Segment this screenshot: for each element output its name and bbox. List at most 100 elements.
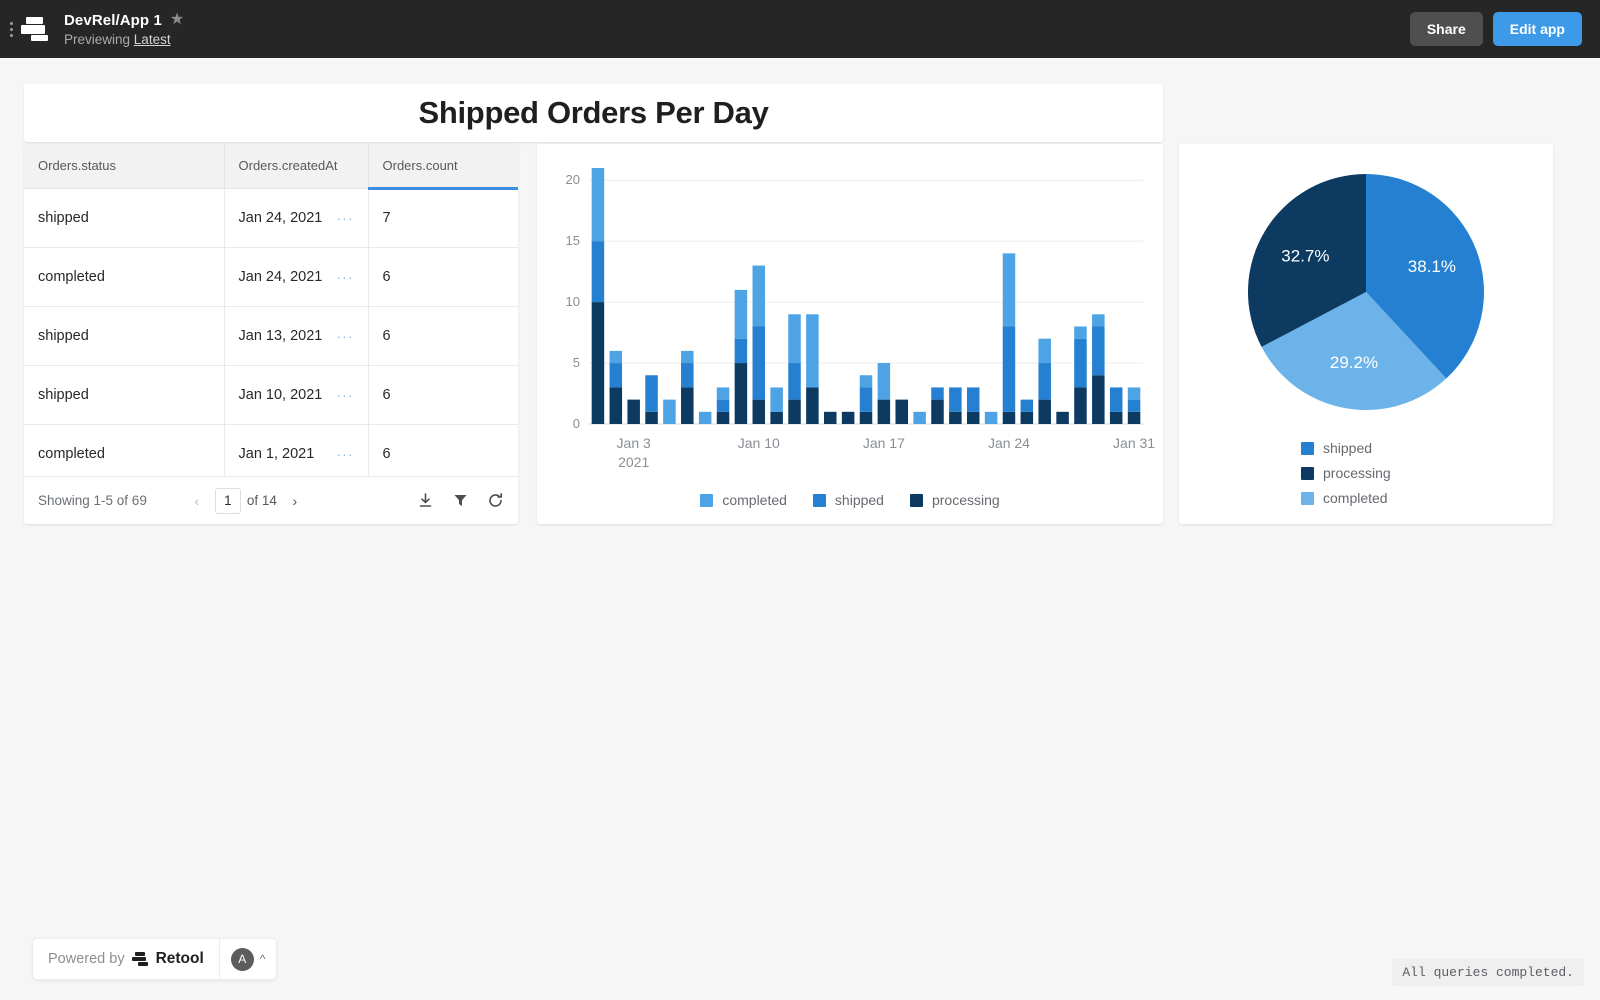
svg-text:Jan 31: Jan 31 — [1113, 435, 1155, 451]
svg-text:Jan 17: Jan 17 — [863, 435, 905, 451]
share-button[interactable]: Share — [1409, 12, 1483, 46]
cell-overflow-icon[interactable]: ··· — [337, 210, 354, 226]
page-title: Shipped Orders Per Day — [418, 95, 769, 130]
powered-by-label[interactable]: Powered by Retool — [33, 950, 219, 968]
retool-logo-icon[interactable] — [10, 15, 50, 43]
chevron-right-icon[interactable]: › — [283, 489, 307, 513]
svg-text:20: 20 — [566, 172, 580, 187]
preview-status: Previewing Latest — [64, 32, 184, 47]
page-number-input[interactable]: 1 — [214, 487, 241, 514]
drag-handle-icon[interactable] — [10, 21, 13, 37]
legend-item-completed[interactable]: completed — [1301, 490, 1431, 506]
edit-app-button[interactable]: Edit app — [1492, 12, 1582, 46]
legend-label: completed — [1323, 490, 1388, 506]
legend-label: shipped — [1323, 440, 1373, 456]
cell-createdat: Jan 24, 2021 ··· — [224, 247, 369, 307]
table-row[interactable]: completed Jan 1, 2021 ··· 6 — [24, 424, 518, 484]
legend-item-completed[interactable]: completed — [700, 492, 787, 508]
svg-text:29.2%: 29.2% — [1330, 352, 1378, 371]
cell-createdat-value: Jan 13, 2021 — [238, 327, 323, 344]
table-row[interactable]: shipped Jan 13, 2021 ··· 6 — [24, 306, 518, 366]
chevron-left-icon[interactable]: ‹ — [185, 489, 209, 513]
svg-text:32.7%: 32.7% — [1281, 246, 1329, 265]
legend-label: completed — [722, 492, 787, 508]
cell-count: 6 — [368, 247, 518, 307]
svg-text:5: 5 — [573, 355, 580, 370]
topbar-actions: Share Edit app — [1409, 12, 1582, 46]
legend-swatch-shipped — [812, 493, 826, 507]
cell-createdat-value: Jan 1, 2021 — [238, 445, 315, 462]
column-header-orders-count[interactable]: Orders.count — [368, 144, 518, 190]
legend-swatch-processing — [1301, 466, 1314, 480]
pie-chart-legend: shipped processing completed — [1179, 440, 1553, 506]
svg-text:10: 10 — [566, 294, 580, 309]
bar-chart-card: 0 5 10 15 20 Jan 3 2021 Jan 10 Jan 17 Jan 24 Jan 3… — [537, 144, 1163, 524]
svg-text:15: 15 — [566, 233, 580, 248]
cell-count: 7 — [368, 188, 518, 248]
cell-createdat-value: Jan 10, 2021 — [238, 386, 323, 403]
queries-status-toast: All queries completed. — [1392, 959, 1584, 986]
cell-overflow-icon[interactable]: ··· — [337, 446, 354, 462]
app-title-block: DevRel/App 1 ★ Previewing Latest — [64, 12, 184, 47]
cell-count: 6 — [368, 365, 518, 425]
pagination: ‹ 1 of 14 › — [185, 487, 307, 514]
orders-table: Orders.status Orders.createdAt Orders.co… — [24, 144, 518, 524]
legend-label: shipped — [834, 492, 884, 508]
powered-by-text: Powered by — [48, 951, 125, 967]
cell-status: shipped — [24, 365, 225, 425]
legend-item-processing[interactable]: processing — [909, 492, 1000, 508]
legend-item-shipped[interactable]: shipped — [1301, 440, 1431, 456]
download-icon[interactable] — [417, 492, 434, 509]
retool-brand-icon — [131, 951, 149, 967]
retool-mark-icon — [20, 15, 50, 43]
cell-createdat-value: Jan 24, 2021 — [238, 268, 323, 285]
cell-createdat: Jan 24, 2021 ··· — [224, 188, 369, 248]
pie-chart-plot[interactable]: 38.1% 29.2% 32.7% — [1241, 167, 1491, 417]
total-pages-label: of 14 — [246, 493, 277, 508]
legend-swatch-completed — [700, 493, 714, 507]
bar-chart-plot[interactable]: 0 5 10 15 20 Jan 3 2021 Jan 10 Jan 17 Jan 24 Jan 3… — [537, 144, 1163, 524]
cell-status: completed — [24, 247, 225, 307]
cell-status: shipped — [24, 188, 225, 248]
app-canvas: Shipped Orders Per Day Orders.status Ord… — [0, 58, 1600, 1000]
previewing-label: Previewing — [64, 31, 131, 47]
pie-chart-card: 38.1% 29.2% 32.7% shipped processing complet… — [1179, 144, 1553, 524]
cell-status: completed — [24, 424, 225, 484]
column-header-orders-createdat[interactable]: Orders.createdAt — [224, 144, 369, 189]
legend-label: processing — [931, 492, 1000, 508]
star-icon[interactable]: ★ — [170, 12, 184, 28]
table-row[interactable]: shipped Jan 24, 2021 ··· 7 — [24, 188, 518, 248]
svg-text:Jan 24: Jan 24 — [988, 435, 1030, 451]
cell-overflow-icon[interactable]: ··· — [337, 328, 354, 344]
previewing-version-link[interactable]: Latest — [134, 32, 171, 47]
cell-overflow-icon[interactable]: ··· — [337, 269, 354, 285]
filter-icon[interactable] — [453, 493, 468, 508]
cell-count: 6 — [368, 306, 518, 366]
column-header-orders-status[interactable]: Orders.status — [24, 144, 225, 189]
legend-swatch-completed — [1301, 491, 1314, 505]
showing-range-label: Showing 1-5 of 69 — [38, 493, 147, 508]
page-title-card: Shipped Orders Per Day — [24, 84, 1163, 142]
avatar[interactable]: A — [230, 947, 254, 971]
orders-table-grid: Orders.status Orders.createdAt Orders.co… — [24, 144, 518, 484]
table-row[interactable]: shipped Jan 10, 2021 ··· 6 — [24, 365, 518, 425]
legend-item-shipped[interactable]: shipped — [812, 492, 884, 508]
legend-swatch-processing — [909, 493, 923, 507]
app-topbar: DevRel/App 1 ★ Previewing Latest Share E… — [0, 0, 1600, 58]
refresh-icon[interactable] — [487, 492, 504, 509]
svg-text:Jan 10: Jan 10 — [738, 435, 780, 451]
table-row[interactable]: completed Jan 24, 2021 ··· 6 — [24, 247, 518, 307]
bar-chart-legend: completed shipped processing — [537, 492, 1163, 508]
cell-overflow-icon[interactable]: ··· — [337, 387, 354, 403]
powered-by-widget: Powered by Retool A ^ — [32, 938, 278, 980]
legend-swatch-shipped — [1301, 441, 1314, 455]
table-footer: Showing 1-5 of 69 ‹ 1 of 14 › — [24, 476, 518, 524]
chevron-up-icon[interactable]: ^ — [260, 952, 266, 966]
user-menu[interactable]: A ^ — [218, 939, 277, 979]
cell-createdat-value: Jan 24, 2021 — [238, 209, 323, 226]
legend-item-processing[interactable]: processing — [1301, 465, 1431, 481]
cell-status: shipped — [24, 306, 225, 366]
cell-createdat: Jan 1, 2021 ··· — [224, 424, 369, 484]
table-header-row: Orders.status Orders.createdAt Orders.co… — [24, 144, 518, 190]
pie-chart-plot-wrap: 38.1% 29.2% 32.7% — [1179, 154, 1553, 429]
